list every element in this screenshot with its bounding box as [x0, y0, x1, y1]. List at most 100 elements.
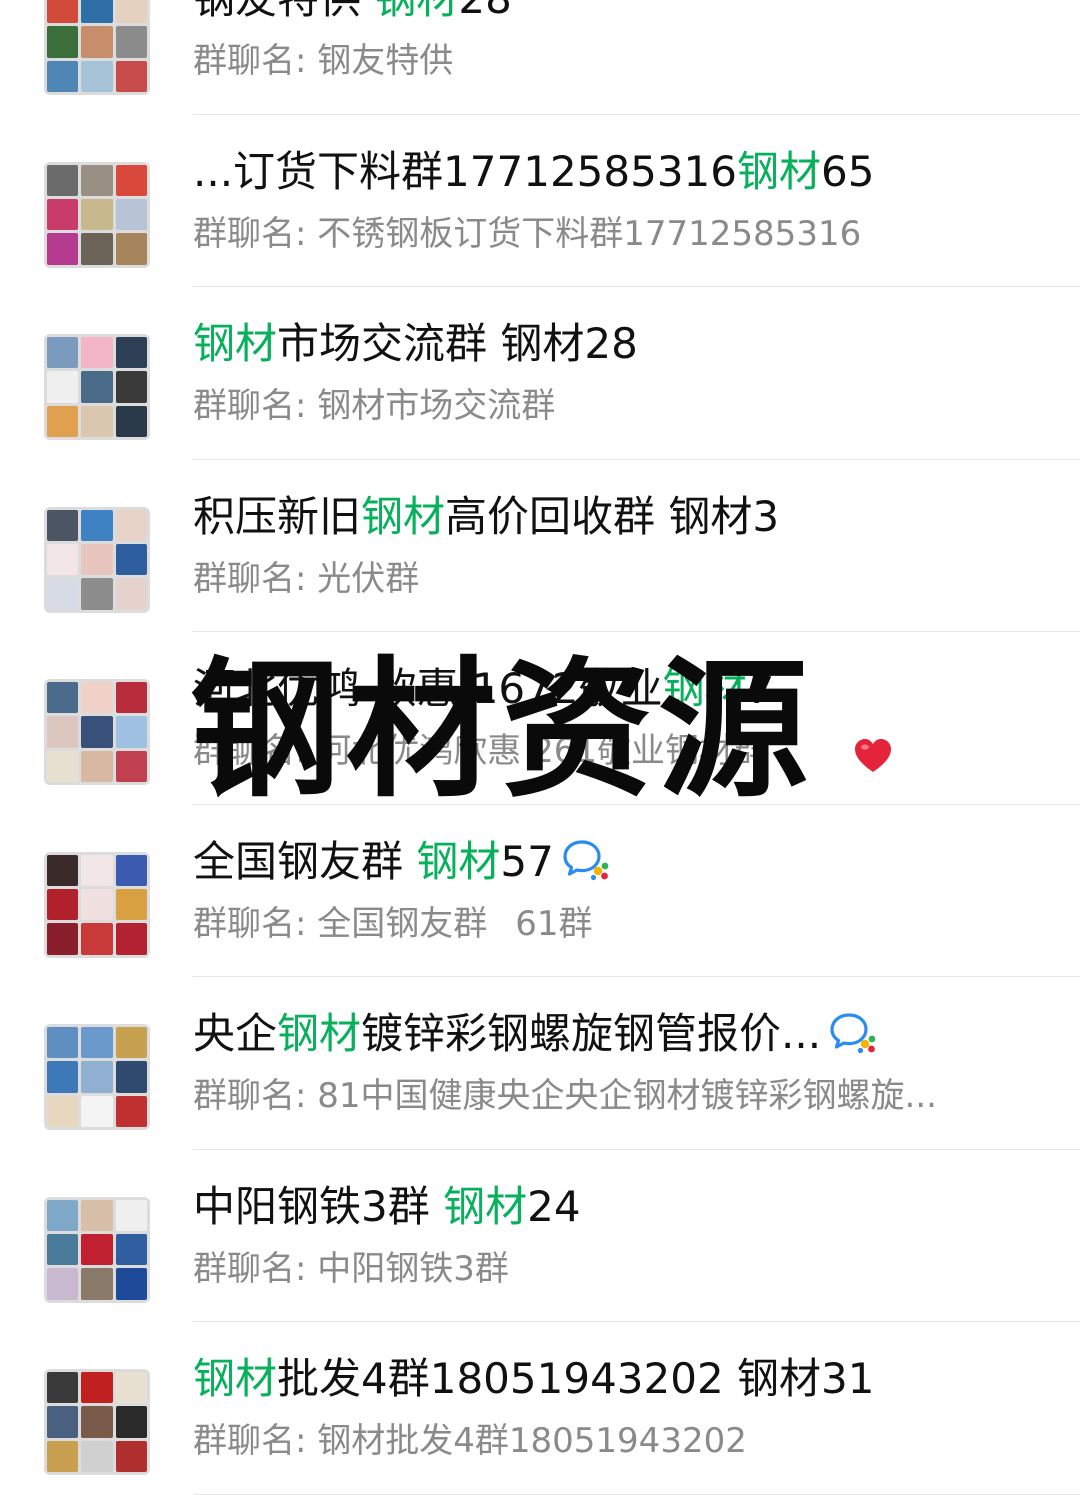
avatar-tile [115, 1061, 147, 1093]
avatar-tile [115, 233, 147, 265]
avatar-tile [47, 164, 79, 196]
avatar-tile [115, 854, 147, 886]
group-title: 央企钢材镀锌彩钢螺旋钢管报价... [193, 1007, 1040, 1061]
group-title: 中阳钢铁3群 钢材24 [193, 1180, 1040, 1234]
title-text: 批发4群18051943202 钢材31 [277, 1354, 875, 1403]
avatar-tile [81, 1095, 113, 1127]
title-text: 高价回收群 钢材3 [445, 491, 780, 541]
group-result-item[interactable]: 钢友特供 钢材28群聊名: 钢友特供 [0, 0, 1080, 115]
avatar-tile [81, 233, 113, 265]
avatar-tile [47, 198, 79, 231]
group-chat-name: 群聊名: 中阳钢铁3群 [193, 1246, 1020, 1292]
group-avatar [44, 679, 150, 785]
group-title: 积压新旧钢材高价回收群 钢材3 [193, 490, 1040, 544]
title-text: 57 [500, 836, 554, 886]
avatar-tile [81, 1440, 113, 1472]
keyword-highlight: 钢材 [443, 1181, 528, 1231]
group-chat-name-text: 群聊名: 不锈钢板订货下料群17712585316 [193, 213, 862, 254]
avatar-tile [115, 1268, 147, 1300]
avatar-tile [81, 923, 113, 955]
avatar-tile [81, 509, 113, 541]
keyword-highlight: 钢材 [374, 0, 458, 23]
group-result-item[interactable]: 钢材市场交流群 钢材28 群聊名: 钢材市场交流群 [0, 287, 1080, 460]
avatar-tile [81, 0, 113, 24]
avatar-tile [47, 682, 79, 714]
overlay-caption: 钢材资源 [190, 642, 815, 818]
group-avatar [44, 1196, 150, 1303]
group-avatar [44, 334, 150, 440]
title-text: 镀锌彩钢螺旋钢管报价... [361, 1009, 822, 1058]
group-title: 全国钢友群 钢材57 [193, 835, 1040, 889]
avatar-tile [47, 716, 79, 748]
group-avatar [44, 506, 150, 613]
avatar-tile [81, 1199, 113, 1231]
avatar-tile [47, 337, 79, 369]
group-chat-name: 群聊名: 光伏群 [193, 556, 1020, 602]
avatar-tile [115, 198, 147, 231]
title-text: 全国钢友群 [193, 836, 417, 886]
avatar-tile [115, 164, 147, 196]
avatar-tile [47, 0, 79, 24]
avatar-tile [47, 1199, 79, 1231]
avatar-tile [81, 682, 113, 714]
avatar-tile [115, 509, 147, 541]
avatar-tile [81, 164, 113, 196]
avatar-tile [47, 1268, 79, 1300]
keyword-highlight: 钢材 [193, 1354, 278, 1403]
keyword-highlight: 钢材 [277, 1009, 362, 1058]
group-avatar [44, 0, 150, 95]
avatar-tile [115, 1095, 147, 1127]
avatar-tile [115, 1199, 147, 1231]
avatar-tile [47, 509, 79, 541]
avatar-tile [115, 682, 147, 714]
avatar-tile [115, 1406, 147, 1438]
group-result-item[interactable]: ...订货下料群17712585316钢材65 群聊名: 不锈钢板订货下料群177… [0, 115, 1080, 287]
title-text: 央企 [193, 1009, 278, 1058]
avatar-tile [115, 1027, 147, 1059]
avatar-tile [81, 337, 113, 369]
group-result-item[interactable]: 中阳钢铁3群 钢材24 群聊名: 中阳钢铁3群 [0, 1150, 1080, 1322]
row-divider [193, 1493, 1080, 1495]
chat-bubble-icon [563, 840, 609, 881]
avatar-tile [81, 405, 113, 437]
avatar-tile [81, 1406, 113, 1438]
group-chat-name: 群聊名: 81中国健康央企央企钢材镀锌彩钢螺旋... [193, 1073, 1020, 1119]
avatar-tile [115, 371, 147, 403]
group-chat-name-text: 群聊名: 中阳钢铁3群 [193, 1248, 509, 1289]
avatar-tile [81, 371, 113, 403]
avatar-tile [47, 923, 79, 955]
group-chat-name-text: 群聊名: 光伏群 [193, 558, 420, 599]
avatar-tile [47, 1233, 79, 1266]
avatar-tile [47, 888, 79, 921]
keyword-highlight: 钢材 [737, 146, 822, 196]
group-result-item[interactable]: 全国钢友群 钢材57 群聊名: 全国钢友群 61群 [0, 805, 1080, 977]
group-chat-name: 群聊名: 全国钢友群 61群 [193, 901, 1020, 947]
avatar-tile [81, 854, 113, 886]
avatar-tile [115, 888, 147, 921]
avatar-tile [115, 1440, 147, 1472]
group-extra-label: 61群 [515, 903, 593, 944]
avatar-tile [47, 854, 79, 886]
avatar-tile [47, 26, 79, 58]
avatar-tile [115, 0, 147, 24]
group-result-item[interactable]: 积压新旧钢材高价回收群 钢材3 群聊名: 光伏群 [0, 460, 1080, 632]
group-chat-name: 群聊名: 钢材市场交流群 [193, 383, 1020, 429]
heart-icon [855, 739, 891, 772]
title-text: ...订货下料群17712585316 [193, 146, 737, 196]
group-avatar [44, 1024, 150, 1130]
group-result-item[interactable]: 央企钢材镀锌彩钢螺旋钢管报价... 群聊名: 81中国健康央企央企钢材镀锌彩钢螺旋… [0, 977, 1080, 1150]
avatar-tile [115, 337, 147, 369]
group-result-item[interactable]: 钢材批发4群18051943202 钢材31 群聊名: 钢材批发4群1805194… [0, 1322, 1080, 1495]
title-text: 28 [458, 0, 511, 23]
group-avatar [44, 851, 150, 958]
avatar-tile [47, 1406, 79, 1438]
avatar-tile [47, 1061, 79, 1093]
avatar-tile [47, 371, 79, 403]
title-text: 24 [527, 1181, 581, 1231]
group-title: 钢友特供 钢材28 [193, 0, 1040, 26]
avatar-tile [115, 26, 147, 58]
avatar-tile [47, 543, 79, 576]
avatar-tile [81, 888, 113, 921]
avatar-tile [47, 60, 79, 92]
group-title: ...订货下料群17712585316钢材65 [193, 145, 1040, 199]
